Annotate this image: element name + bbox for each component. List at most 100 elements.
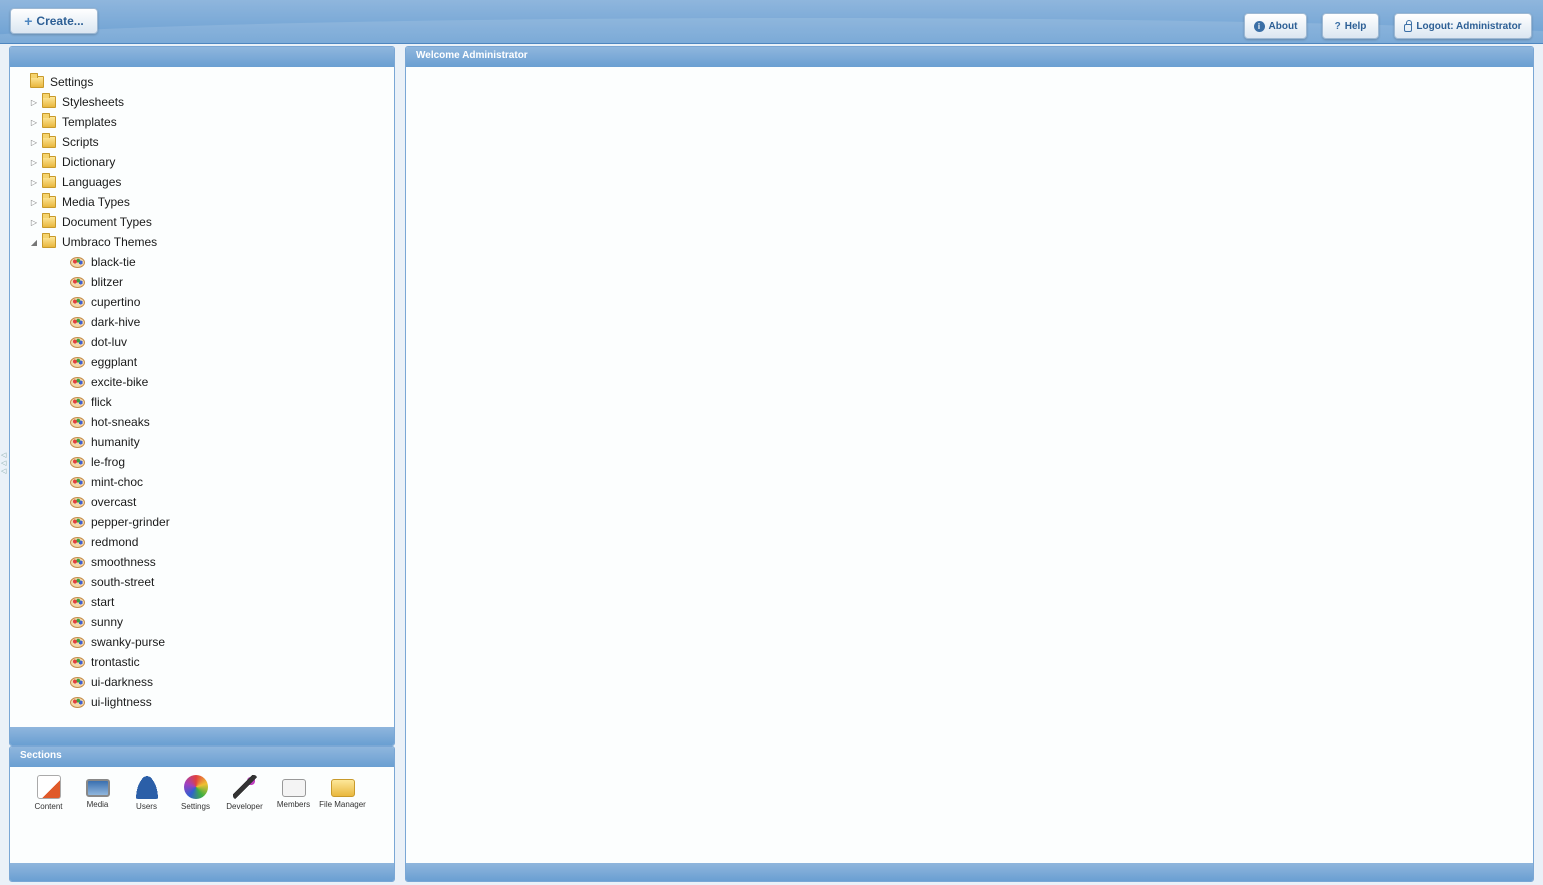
palette-icon [70, 636, 85, 648]
tree-item-folder[interactable]: ▷ Document Types [22, 212, 170, 232]
tree-item-label: blitzer [91, 275, 124, 289]
tree-item-theme[interactable]: humanity [22, 432, 170, 452]
tree-item-theme[interactable]: sunny [22, 612, 170, 632]
tree-item-label: overcast [91, 495, 137, 509]
sections-title: Sections [10, 747, 394, 767]
logout-button[interactable]: Logout: Administrator [1394, 13, 1532, 39]
palette-icon [70, 376, 85, 388]
expand-arrow-icon[interactable]: ▷ [26, 218, 42, 227]
section-label: Developer [226, 802, 263, 811]
tree-item-umbraco-themes[interactable]: ◢ Umbraco Themes [22, 232, 170, 252]
tree-item-theme[interactable]: blitzer [22, 272, 170, 292]
tree-item-label: Umbraco Themes [62, 235, 158, 249]
section-content[interactable]: Content [24, 775, 73, 811]
section-members[interactable]: Members [269, 775, 318, 811]
tree-item-folder[interactable]: ▷ Scripts [22, 132, 170, 152]
create-button-label: Create... [36, 14, 84, 28]
section-file-manager[interactable]: File Manager [318, 775, 367, 811]
tree-item-theme[interactable]: south-street [22, 572, 170, 592]
help-button[interactable]: ? Help [1322, 13, 1379, 39]
expand-arrow-icon[interactable]: ▷ [26, 198, 42, 207]
settings-tree: Settings ▷ Stylesheets ▷ Templates ▷ Scripts ▷… [22, 72, 170, 712]
tree-item-label: ui-darkness [91, 675, 154, 689]
tree-item-theme[interactable]: dark-hive [22, 312, 170, 332]
lock-icon [1404, 19, 1413, 32]
tree-item-folder[interactable]: ▷ Media Types [22, 192, 170, 212]
tree-item-theme[interactable]: dot-luv [22, 332, 170, 352]
tree-item-label: Languages [62, 175, 122, 189]
expand-arrow-icon[interactable]: ▷ [26, 98, 42, 107]
tree-item-label: pepper-grinder [91, 515, 170, 529]
users-icon [134, 775, 159, 799]
tree-item-theme[interactable]: overcast [22, 492, 170, 512]
tree-item-theme[interactable]: swanky-purse [22, 632, 170, 652]
tree-item-theme[interactable]: hot-sneaks [22, 412, 170, 432]
tree-item-theme[interactable]: le-frog [22, 452, 170, 472]
tree-item-label: sunny [91, 615, 124, 629]
sections-panel: Sections Content Media Users Settings Develo… [9, 746, 395, 882]
tree-item-theme[interactable]: eggplant [22, 352, 170, 372]
tree-item-label: redmond [91, 535, 139, 549]
expand-arrow-icon[interactable]: ◢ [26, 238, 42, 247]
tree-item-theme[interactable]: trontastic [22, 652, 170, 672]
tree-item-theme[interactable]: cupertino [22, 292, 170, 312]
palette-icon [70, 456, 85, 468]
tree-item-settings[interactable]: Settings [22, 72, 170, 92]
tree-item-label: Media Types [62, 195, 130, 209]
tree-item-theme[interactable]: pepper-grinder [22, 512, 170, 532]
palette-icon [70, 276, 85, 288]
tree-item-label: eggplant [91, 355, 138, 369]
palette-icon [70, 396, 85, 408]
palette-icon [70, 476, 85, 488]
section-users[interactable]: Users [122, 775, 171, 811]
tree-item-label: excite-bike [91, 375, 149, 389]
tree-item-label: Scripts [62, 135, 99, 149]
expand-arrow-icon[interactable]: ▷ [26, 118, 42, 127]
tree-item-folder[interactable]: ▷ Stylesheets [22, 92, 170, 112]
help-button-label: Help [1344, 20, 1367, 32]
section-settings[interactable]: Settings [171, 775, 220, 811]
section-media[interactable]: Media [73, 775, 122, 811]
plus-icon: + [24, 13, 33, 29]
tree-item-label: mint-choc [91, 475, 144, 489]
palette-icon [70, 436, 85, 448]
settings-icon [183, 775, 208, 799]
tree-item-theme[interactable]: flick [22, 392, 170, 412]
collapse-handle[interactable]: ◁ ◁ ◁ [1, 452, 6, 476]
expand-arrow-icon[interactable]: ▷ [26, 158, 42, 167]
tree-item-folder[interactable]: ▷ Dictionary [22, 152, 170, 172]
tree-item-label: dark-hive [91, 315, 141, 329]
logout-button-label: Logout: Administrator [1416, 20, 1522, 32]
tree-item-folder[interactable]: ▷ Templates [22, 112, 170, 132]
palette-icon [70, 336, 85, 348]
tree-item-label: Settings [50, 75, 94, 89]
tree-item-theme[interactable]: ui-lightness [22, 692, 170, 712]
developer-icon [232, 775, 257, 799]
folder-icon [42, 153, 56, 168]
palette-icon [70, 556, 85, 568]
tree-item-theme[interactable]: ui-darkness [22, 672, 170, 692]
tree-item-label: trontastic [91, 655, 140, 669]
tree-item-theme[interactable]: mint-choc [22, 472, 170, 492]
palette-icon [70, 416, 85, 428]
tree-panel-header [10, 47, 394, 67]
tree-item-theme[interactable]: black-tie [22, 252, 170, 272]
tree-item-theme[interactable]: smoothness [22, 552, 170, 572]
about-button[interactable]: i About [1244, 13, 1307, 39]
section-label: Settings [181, 802, 210, 811]
tree-item-theme[interactable]: redmond [22, 532, 170, 552]
tree-item-label: Templates [62, 115, 117, 129]
question-icon: ? [1334, 20, 1341, 32]
expand-arrow-icon[interactable]: ▷ [26, 138, 42, 147]
tree-item-theme[interactable]: start [22, 592, 170, 612]
section-developer[interactable]: Developer [220, 775, 269, 811]
tree-item-label: Stylesheets [62, 95, 125, 109]
tree-item-label: ui-lightness [91, 695, 152, 709]
section-label: File Manager [319, 800, 366, 809]
expand-arrow-icon[interactable]: ▷ [26, 178, 42, 187]
create-button[interactable]: + Create... [10, 8, 98, 34]
tree-item-folder[interactable]: ▷ Languages [22, 172, 170, 192]
section-label: Content [34, 802, 63, 811]
tree-item-theme[interactable]: excite-bike [22, 372, 170, 392]
file-manager-icon [330, 779, 355, 797]
